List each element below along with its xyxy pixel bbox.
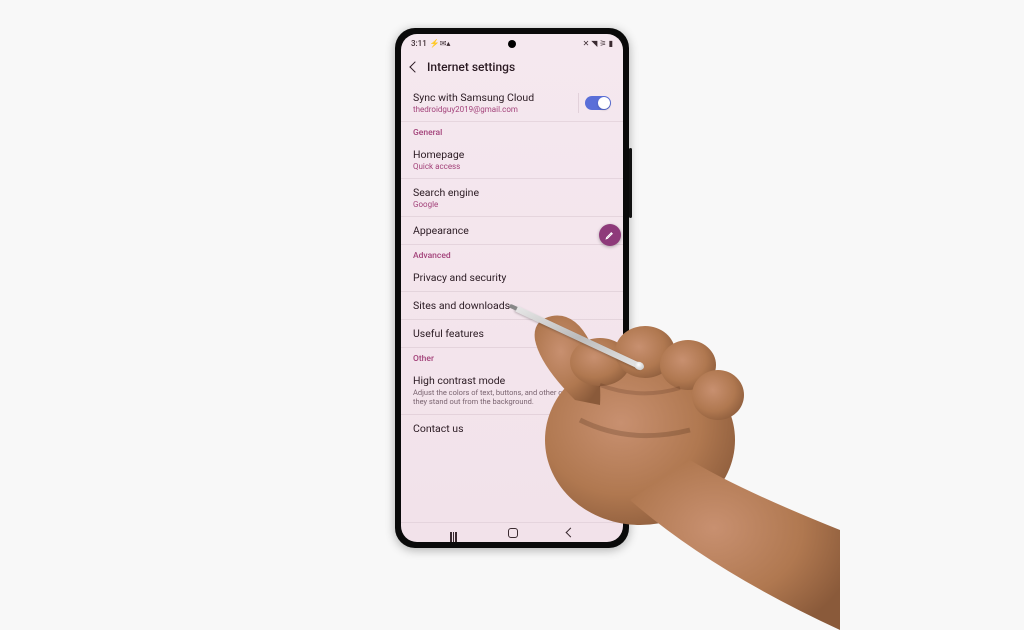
row-title: Sync with Samsung Cloud <box>413 91 611 104</box>
page-title: Internet settings <box>427 60 515 74</box>
row-title: Useful features <box>413 327 611 340</box>
row-title: Search engine <box>413 186 611 199</box>
section-general: General <box>401 122 623 141</box>
row-sub: Quick access <box>413 162 611 171</box>
row-homepage[interactable]: Homepage Quick access <box>401 141 623 179</box>
row-sync[interactable]: Sync with Samsung Cloud thedroidguy2019@… <box>401 84 623 122</box>
edit-fab[interactable] <box>599 224 621 246</box>
section-other: Other <box>401 348 623 367</box>
nav-recent-icon[interactable] <box>450 532 460 534</box>
row-high-contrast[interactable]: High contrast mode Adjust the colors of … <box>401 367 623 415</box>
section-label: General <box>413 128 611 138</box>
row-title: Privacy and security <box>413 271 611 284</box>
row-title: Homepage <box>413 148 611 161</box>
divider <box>578 93 579 113</box>
row-title: High contrast mode <box>413 374 611 387</box>
front-camera <box>508 40 516 48</box>
pencil-icon <box>605 230 615 240</box>
android-navbar <box>401 522 623 542</box>
row-contact-us[interactable]: Contact us <box>401 415 623 442</box>
row-title: Sites and downloads <box>413 299 611 312</box>
nav-back-icon[interactable] <box>565 528 575 538</box>
sync-toggle[interactable] <box>585 96 611 110</box>
section-advanced: Advanced <box>401 245 623 264</box>
settings-list: Sync with Samsung Cloud thedroidguy2019@… <box>401 84 623 522</box>
row-title: Contact us <box>413 422 611 435</box>
row-useful-features[interactable]: Useful features <box>401 320 623 348</box>
status-left-icons: ⚡✉▴ <box>430 39 451 48</box>
status-right-icons: ✕ ◥ ⚞ ▮ <box>583 39 613 48</box>
row-sub: Google <box>413 200 611 209</box>
screen: 3:11 ⚡✉▴ ✕ ◥ ⚞ ▮ Internet settings Sync … <box>401 34 623 542</box>
back-icon[interactable] <box>409 61 420 72</box>
status-time: 3:11 <box>411 39 427 48</box>
phone-frame: 3:11 ⚡✉▴ ✕ ◥ ⚞ ▮ Internet settings Sync … <box>395 28 629 548</box>
row-privacy[interactable]: Privacy and security <box>401 264 623 292</box>
row-sites-downloads[interactable]: Sites and downloads <box>401 292 623 320</box>
page-header: Internet settings <box>401 52 623 84</box>
row-sub: thedroidguy2019@gmail.com <box>413 105 611 114</box>
high-contrast-toggle[interactable] <box>585 383 611 397</box>
section-label: Advanced <box>413 251 611 261</box>
row-search-engine[interactable]: Search engine Google <box>401 179 623 217</box>
section-label: Other <box>413 354 611 364</box>
nav-home-icon[interactable] <box>508 528 518 538</box>
row-title: Appearance <box>413 224 611 237</box>
row-appearance[interactable]: Appearance <box>401 217 623 245</box>
row-desc: Adjust the colors of text, buttons, and … <box>413 388 611 407</box>
